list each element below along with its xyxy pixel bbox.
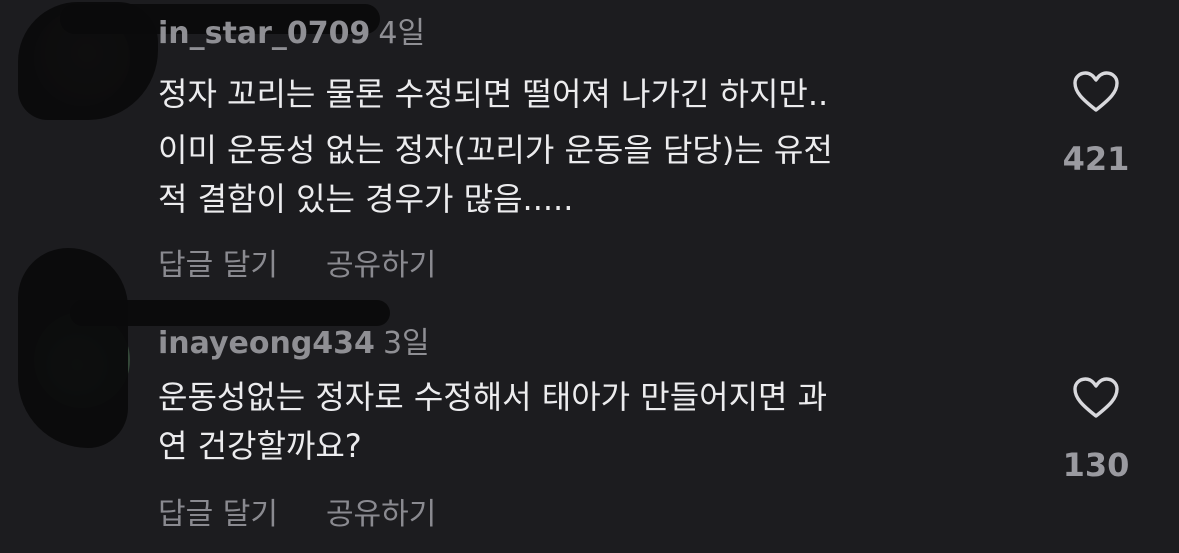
- redaction-mark: [70, 300, 390, 326]
- comment-item: in_star_0709 4일 정자 꼬리는 물론 수정되면 떨어져 나가긴 하지…: [0, 0, 1179, 300]
- like-count: 421: [1062, 140, 1130, 178]
- comment-line: 정자 꼬리는 물론 수정되면 떨어져 나가긴 하지만..: [158, 75, 829, 113]
- comment-actions: 답글 달기 공유하기: [158, 489, 436, 533]
- share-button[interactable]: 공유하기: [326, 497, 436, 532]
- comment-line: 연 건강할까요?: [158, 427, 362, 465]
- comment-line: 운동성없는 정자로 수정해서 태아가 만들어지면 과: [158, 378, 828, 416]
- like-group: 421: [1050, 70, 1142, 178]
- heart-outline-icon[interactable]: [1072, 70, 1120, 114]
- username[interactable]: in_star_0709: [158, 16, 370, 51]
- reply-button[interactable]: 답글 달기: [158, 497, 278, 532]
- comment-paragraph: 운동성없는 정자로 수정해서 태아가 만들어지면 과 연 건강할까요?: [158, 373, 1018, 471]
- timestamp: 3일: [382, 326, 430, 361]
- comment-actions: 답글 달기 공유하기: [158, 240, 436, 284]
- comment-item: inayeong434 3일 운동성없는 정자로 수정해서 태아가 만들어지면 과…: [0, 248, 1179, 553]
- comment-line: 이미 운동성 없는 정자(꼬리가 운동을 담당)는 유전: [158, 131, 833, 169]
- comment-line: 적 결함이 있는 경우가 많음.....: [158, 180, 574, 218]
- share-button[interactable]: 공유하기: [326, 248, 436, 283]
- like-group: 130: [1050, 376, 1142, 484]
- comment-text: 운동성없는 정자로 수정해서 태아가 만들어지면 과 연 건강할까요?: [158, 373, 1018, 471]
- comment-paragraph: 정자 꼬리는 물론 수정되면 떨어져 나가긴 하지만..: [158, 70, 1018, 119]
- comment-meta: inayeong434 3일: [158, 326, 430, 362]
- username[interactable]: inayeong434: [158, 326, 375, 361]
- heart-outline-icon[interactable]: [1072, 376, 1120, 420]
- timestamp: 4일: [378, 16, 426, 51]
- redaction-mark: [18, 248, 128, 448]
- like-count: 130: [1062, 446, 1130, 484]
- comment-meta: in_star_0709 4일: [158, 16, 425, 52]
- comment-list: in_star_0709 4일 정자 꼬리는 물론 수정되면 떨어져 나가긴 하지…: [0, 0, 1179, 553]
- comment-paragraph: 이미 운동성 없는 정자(꼬리가 운동을 담당)는 유전 적 결함이 있는 경우…: [158, 126, 1018, 224]
- comment-text: 정자 꼬리는 물론 수정되면 떨어져 나가긴 하지만.. 이미 운동성 없는 정…: [158, 70, 1018, 224]
- reply-button[interactable]: 답글 달기: [158, 248, 278, 283]
